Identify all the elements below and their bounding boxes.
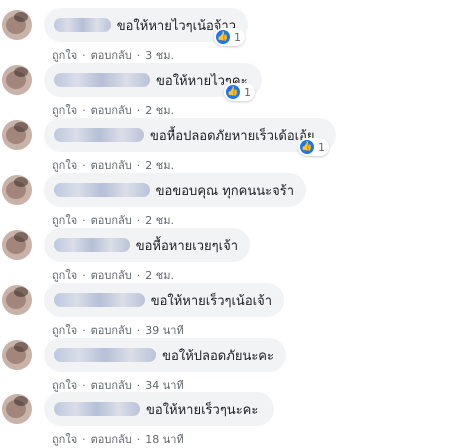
comment: ขอหื้อปลอดภัยหายเร็วเด้อเอ้ย 👍 1 ถูกใจ · … [0, 118, 455, 172]
comment-bubble: ขอให้หายเร็วๆนะคะ [44, 392, 274, 426]
avatar[interactable] [2, 120, 32, 150]
commenter-name-blurred[interactable] [54, 348, 157, 362]
comment-text: ขอให้หายเร็วๆเน้อเจ้า [150, 293, 272, 309]
timestamp[interactable]: 2 ชม. [145, 211, 174, 229]
comment-text: ขอหื้อปลอดภัยหายเร็วเด้อเอ้ย [150, 128, 315, 144]
avatar[interactable] [2, 10, 32, 40]
avatar[interactable] [2, 230, 32, 260]
avatar[interactable] [2, 340, 32, 370]
comment-actions: ถูกใจ · ตอบกลับ · 18 นาที [52, 430, 184, 448]
comment-actions: ถูกใจ · ตอบกลับ · 2 ชม. [52, 211, 174, 229]
avatar[interactable] [2, 65, 32, 95]
timestamp[interactable]: 3 ชม. [145, 46, 174, 64]
comment-bubble: ขอขอบคุณ ทุกคนนะจร้า [44, 173, 306, 207]
comment-text: ขอหื้อหายเวยๆเจ้า [135, 238, 238, 254]
reply-button[interactable]: ตอบกลับ [91, 46, 132, 64]
comment: ขอหื้อหายเวยๆเจ้า ถูกใจ · ตอบกลับ · 2 ชม. [0, 228, 455, 282]
commenter-name-blurred[interactable] [54, 128, 144, 142]
reaction-badge[interactable]: 👍 1 [224, 83, 255, 101]
reaction-count: 1 [234, 30, 241, 44]
avatar[interactable] [2, 175, 32, 205]
comment-text: ขอขอบคุณ ทุกคนนะจร้า [155, 183, 294, 199]
like-button[interactable]: ถูกใจ [52, 266, 77, 284]
like-thumb-icon: 👍 [216, 30, 230, 44]
reply-button[interactable]: ตอบกลับ [91, 156, 132, 174]
timestamp[interactable]: 2 ชม. [145, 101, 174, 119]
like-button[interactable]: ถูกใจ [52, 321, 77, 339]
comment-bubble: ขอหื้อปลอดภัยหายเร็วเด้อเอ้ย [44, 118, 336, 152]
comment: ขอให้หายไวๆคะ 👍 1 ถูกใจ · ตอบกลับ · 2 ชม. [0, 63, 455, 117]
like-button[interactable]: ถูกใจ [52, 430, 77, 448]
timestamp[interactable]: 18 นาที [145, 430, 183, 448]
commenter-name-blurred[interactable] [54, 293, 145, 307]
like-button[interactable]: ถูกใจ [52, 211, 77, 229]
comment-bubble: ขอให้หายเร็วๆเน้อเจ้า [44, 283, 284, 317]
reply-button[interactable]: ตอบกลับ [91, 430, 132, 448]
reply-button[interactable]: ตอบกลับ [91, 321, 132, 339]
comment-actions: ถูกใจ · ตอบกลับ · 3 ชม. [52, 46, 174, 64]
commenter-name-blurred[interactable] [54, 18, 111, 32]
commenter-name-blurred[interactable] [54, 238, 130, 252]
comment-text: ขอให้ปลอดภัยนะคะ [162, 348, 274, 364]
comment: ขอขอบคุณ ทุกคนนะจร้า ถูกใจ · ตอบกลับ · 2 ช… [0, 173, 455, 227]
reaction-badge[interactable]: 👍 1 [214, 28, 245, 46]
reply-button[interactable]: ตอบกลับ [91, 101, 132, 119]
comment: ขอให้ปลอดภัยนะคะ ถูกใจ · ตอบกลับ · 34 นาที [0, 338, 455, 392]
comment-actions: ถูกใจ · ตอบกลับ · 2 ชม. [52, 156, 174, 174]
comment: ขอให้หายเร็วๆนะคะ ถูกใจ · ตอบกลับ · 18 นาท… [0, 392, 455, 446]
comment-actions: ถูกใจ · ตอบกลับ · 2 ชม. [52, 101, 174, 119]
avatar[interactable] [2, 285, 32, 315]
timestamp[interactable]: 2 ชม. [145, 156, 174, 174]
comment-actions: ถูกใจ · ตอบกลับ · 2 ชม. [52, 266, 174, 284]
commenter-name-blurred[interactable] [54, 402, 140, 416]
like-button[interactable]: ถูกใจ [52, 156, 77, 174]
comment-bubble: ขอให้ปลอดภัยนะคะ [44, 338, 286, 372]
commenter-name-blurred[interactable] [54, 183, 150, 197]
avatar[interactable] [2, 394, 32, 424]
comment: ขอให้หายเร็วๆเน้อเจ้า ถูกใจ · ตอบกลับ · 39… [0, 283, 455, 337]
like-button[interactable]: ถูกใจ [52, 101, 77, 119]
comment: ขอให้หายไวๆเน้อจ้าว 👍 1 ถูกใจ · ตอบกลับ · … [0, 8, 455, 62]
comment-actions: ถูกใจ · ตอบกลับ · 39 นาที [52, 321, 184, 339]
like-thumb-icon: 👍 [226, 85, 240, 99]
comment-bubble: ขอหื้อหายเวยๆเจ้า [44, 228, 250, 262]
reaction-count: 1 [318, 140, 325, 154]
timestamp[interactable]: 2 ชม. [145, 266, 174, 284]
like-button[interactable]: ถูกใจ [52, 46, 77, 64]
like-thumb-icon: 👍 [300, 140, 314, 154]
reply-button[interactable]: ตอบกลับ [91, 266, 132, 284]
timestamp[interactable]: 39 นาที [145, 321, 183, 339]
reaction-count: 1 [244, 85, 251, 99]
reply-button[interactable]: ตอบกลับ [91, 211, 132, 229]
reaction-badge[interactable]: 👍 1 [298, 138, 329, 156]
comment-text: ขอให้หายเร็วๆนะคะ [146, 402, 259, 418]
commenter-name-blurred[interactable] [54, 73, 150, 87]
